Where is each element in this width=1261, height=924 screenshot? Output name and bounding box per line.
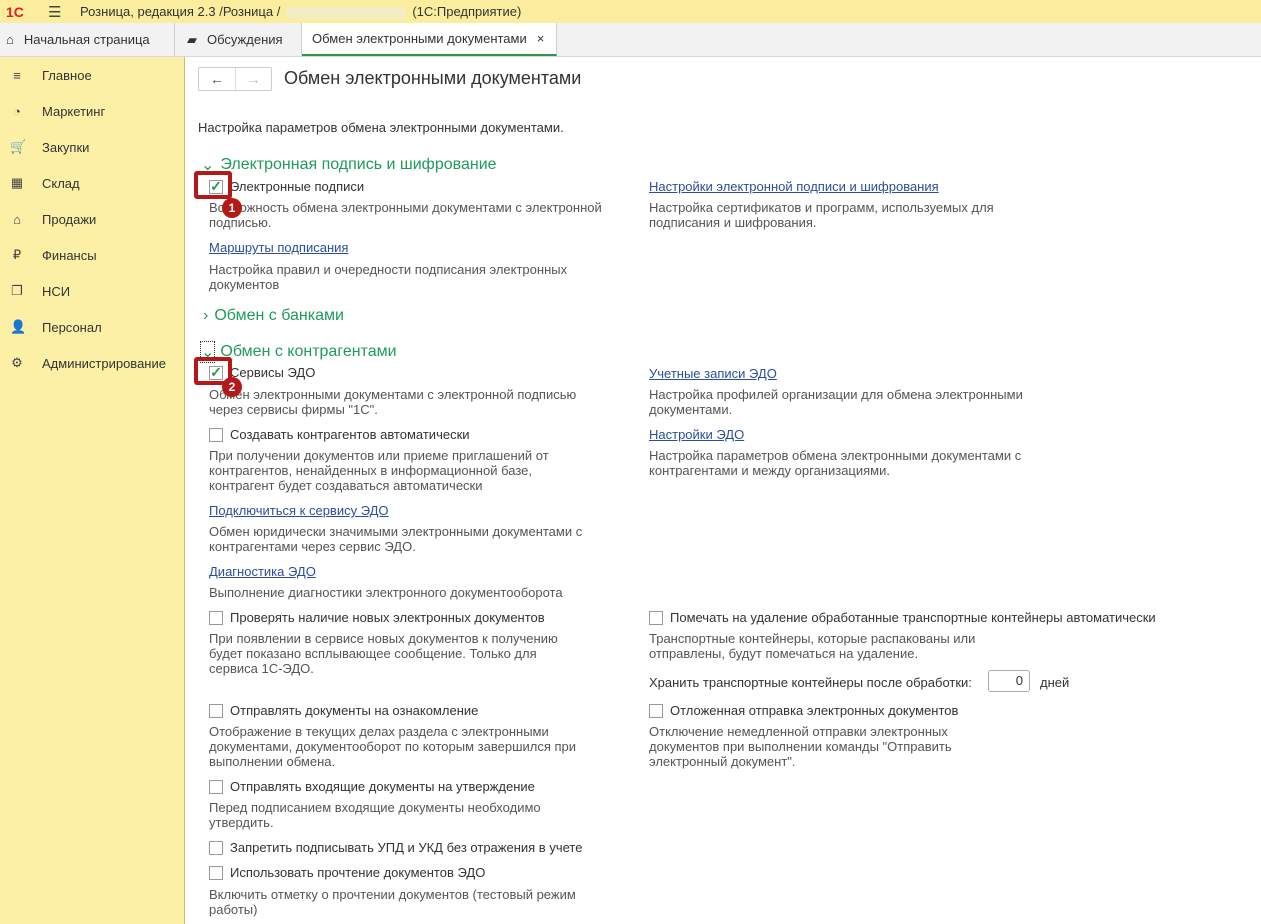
approve-checkbox[interactable]: Отправлять входящие документы на утвержд… bbox=[209, 779, 535, 794]
sidebar-item-marketing[interactable]: ◔ Маркетинг bbox=[0, 93, 184, 129]
esign-desc: Возможность обмена электронными документ… bbox=[209, 200, 602, 230]
cart-icon: 🛒 bbox=[10, 139, 27, 154]
edo-accounts-desc: Настройка профилей организации для обмен… bbox=[649, 387, 1023, 417]
sign-settings-link[interactable]: Настройки электронной подписи и шифрован… bbox=[649, 179, 939, 194]
nav-buttons: ← → bbox=[198, 67, 272, 91]
routes-desc: Настройка правил и очередности подписани… bbox=[209, 262, 568, 292]
check-new-desc: При появлении в сервисе новых документов… bbox=[209, 631, 558, 676]
sidebar: ≡ Главное ◔ Маркетинг 🛒 Закупки ▦ Склад ⌂ Про… bbox=[0, 57, 185, 924]
connect-desc: Обмен юридически значимыми электронными … bbox=[209, 524, 583, 554]
edo-settings-link[interactable]: Настройки ЭДО bbox=[649, 427, 744, 442]
sidebar-item-warehouse[interactable]: ▦ Склад bbox=[0, 165, 184, 201]
warehouse-icon: ▦ bbox=[10, 175, 24, 190]
back-button[interactable]: ← bbox=[199, 68, 235, 90]
pie-chart-icon: ◔ bbox=[13, 103, 21, 119]
diagnostics-desc: Выполнение диагностики электронного доку… bbox=[209, 585, 563, 600]
step-badge: 1 bbox=[222, 198, 242, 218]
forward-button[interactable]: → bbox=[235, 68, 271, 90]
edo-settings-desc: Настройка параметров обмена электронными… bbox=[649, 448, 1022, 478]
esign-checkbox[interactable]: ✓ Электронные подписи bbox=[209, 178, 364, 194]
section-banks[interactable]: › Обмен с банками bbox=[203, 307, 344, 325]
app-title: Розница, редакция 2.3 /Розница / (1С:Пред… bbox=[80, 4, 522, 19]
sidebar-item-sales[interactable]: ⌂ Продажи bbox=[0, 201, 184, 237]
delayed-send-desc: Отключение немедленной отправки электрон… bbox=[649, 724, 952, 769]
check-new-checkbox[interactable]: Проверять наличие новых электронных доку… bbox=[209, 610, 545, 625]
chevron-right-icon: › bbox=[203, 307, 209, 324]
sidebar-item-staff[interactable]: 👤 Персонал bbox=[0, 309, 184, 345]
sidebar-item-finance[interactable]: ₽ Финансы bbox=[0, 237, 184, 273]
diagnostics-link[interactable]: Диагностика ЭДО bbox=[209, 564, 316, 579]
page-title: Обмен электронными документами bbox=[284, 68, 582, 88]
read-checkbox[interactable]: Использовать прочтение документов ЭДО bbox=[209, 865, 485, 880]
step-badge: 2 bbox=[222, 377, 242, 397]
auto-create-checkbox[interactable]: Создавать контрагентов автоматически bbox=[209, 427, 470, 442]
sidebar-item-nsi[interactable]: ❐ НСИ bbox=[0, 273, 184, 309]
approve-desc: Перед подписанием входящие документы нео… bbox=[209, 800, 541, 830]
tab-edo[interactable]: Обмен электронными документами × bbox=[302, 23, 558, 56]
menu-icon[interactable]: ☰ bbox=[48, 3, 62, 21]
sign-settings-desc: Настройка сертификатов и программ, испол… bbox=[649, 200, 994, 230]
highlight-frame bbox=[194, 171, 232, 199]
routes-link[interactable]: Маршруты подписания bbox=[209, 240, 348, 255]
person-icon: 👤 bbox=[10, 319, 27, 334]
keep-days-input[interactable]: 0 bbox=[988, 670, 1030, 692]
gear-icon: ⚙ bbox=[11, 355, 23, 370]
mark-delete-desc: Транспортные контейнеры, которые распако… bbox=[649, 631, 976, 661]
page-subtitle: Настройка параметров обмена электронными… bbox=[198, 120, 564, 135]
home-icon: ⌂ bbox=[6, 32, 14, 47]
main-content: ← → Обмен электронными документами Настр… bbox=[186, 57, 1261, 924]
sidebar-item-purchases[interactable]: 🛒 Закупки bbox=[0, 129, 184, 165]
section-signature[interactable]: ⌄ Электронная подпись и шифрование bbox=[201, 155, 497, 175]
read-desc: Включить отметку о прочтении документов … bbox=[209, 887, 576, 917]
keep-label: Хранить транспортные контейнеры после об… bbox=[649, 675, 972, 690]
ruble-icon: ₽ bbox=[12, 247, 22, 262]
chat-icon: ▰ bbox=[187, 31, 197, 47]
close-icon[interactable]: × bbox=[537, 31, 545, 46]
auto-create-desc: При получении документов или приеме приг… bbox=[209, 448, 549, 493]
send-review-desc: Отображение в текущих делах раздела с эл… bbox=[209, 724, 577, 769]
keep-unit: дней bbox=[1040, 675, 1070, 690]
send-review-checkbox[interactable]: Отправлять документы на ознакомление bbox=[209, 703, 478, 718]
forbid-checkbox[interactable]: Запретить подписывать УПД и УКД без отра… bbox=[209, 840, 582, 855]
sidebar-item-admin[interactable]: ⚙ Администрирование bbox=[0, 345, 184, 381]
tab-bar: ⌂ Начальная страница ▰ Обсуждения Обмен эл… bbox=[0, 23, 1261, 57]
1c-logo: 1С bbox=[6, 3, 24, 20]
tab-discussions[interactable]: ▰ Обсуждения bbox=[175, 23, 302, 56]
delayed-send-checkbox[interactable]: Отложенная отправка электронных документ… bbox=[649, 703, 958, 718]
menu-icon: ≡ bbox=[13, 67, 21, 83]
edo-accounts-link[interactable]: Учетные записи ЭДО bbox=[649, 366, 777, 381]
mark-delete-checkbox[interactable]: Помечать на удаление обработанные трансп… bbox=[649, 610, 1156, 625]
sidebar-item-main[interactable]: ≡ Главное bbox=[0, 57, 184, 93]
tab-home[interactable]: ⌂ Начальная страница bbox=[0, 23, 175, 56]
basket-icon: ⌂ bbox=[13, 211, 21, 227]
books-icon: ❐ bbox=[11, 283, 23, 298]
edo-services-desc: Обмен электронными документами с электро… bbox=[209, 387, 577, 417]
title-bar: 1С ☰ Розница, редакция 2.3 /Розница / (1С… bbox=[0, 0, 1261, 23]
connect-link[interactable]: Подключиться к сервису ЭДО bbox=[209, 503, 389, 518]
